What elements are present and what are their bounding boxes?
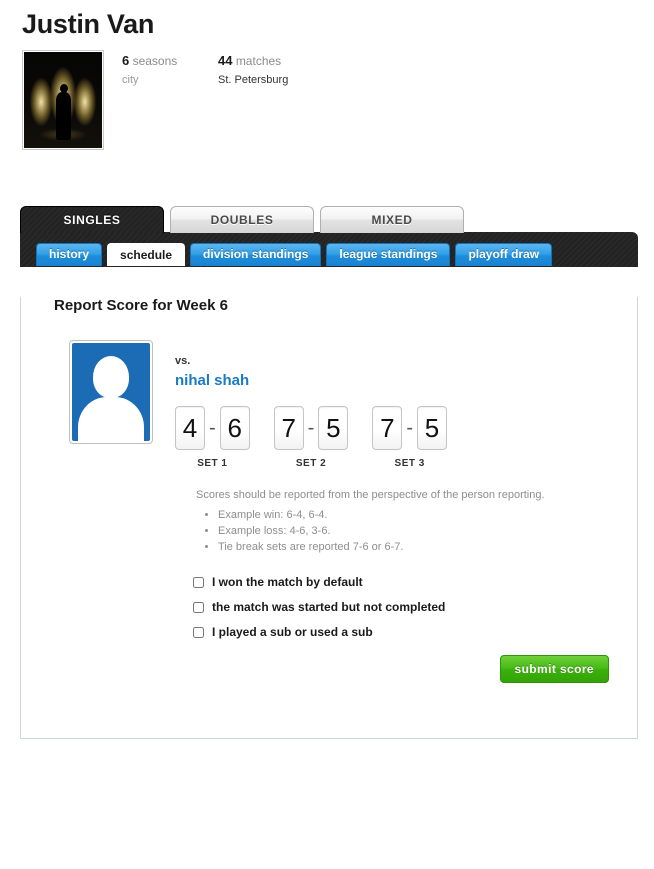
silhouette-figure (56, 83, 71, 141)
set-group-1: - SET 1 (175, 406, 250, 469)
secondary-tab-list: history schedule division standings leag… (36, 240, 638, 266)
tab-playoff-draw[interactable]: playoff draw (455, 243, 553, 266)
tab-league-standings[interactable]: league standings (326, 243, 451, 266)
scoring-help-item: Tie break sets are reported 7-6 or 6-7. (218, 539, 637, 555)
tab-playoff-draw-label: playoff draw (468, 247, 540, 261)
option-started-not-completed-label: the match was started but not completed (212, 600, 446, 614)
fountain-photo-image (24, 52, 102, 148)
report-score-panel: Report Score for Week 6 vs. nihal shah - (20, 297, 638, 739)
set-3-opponent-score-input[interactable] (417, 406, 448, 450)
set-1-boxes: - (175, 406, 250, 450)
stat-matches-unit: matches (235, 54, 282, 68)
set-3-my-score-input[interactable] (372, 406, 403, 450)
option-won-by-default[interactable]: I won the match by default (193, 571, 637, 593)
tab-singles-label: SINGLES (63, 213, 121, 227)
set-1-opponent-score-input[interactable] (219, 406, 250, 450)
set-3-boxes: - (372, 406, 448, 450)
tab-league-standings-label: league standings (339, 247, 438, 261)
report-score-heading: Report Score for Week 6 (54, 297, 228, 314)
set-2-label: SET 2 (295, 458, 327, 469)
secondary-tab-bar: history schedule division standings leag… (20, 232, 638, 267)
set-group-3: - SET 3 (372, 406, 448, 469)
stat-seasons: 6 seasons city (122, 52, 218, 90)
tab-division-standings[interactable]: division standings (190, 243, 322, 266)
profile-stats: 6 seasons city 44 matches St. Petersburg (122, 50, 368, 90)
set-3-dash: - (406, 417, 414, 439)
match-details: vs. nihal shah - SET 1 (175, 340, 471, 469)
set-3-label: SET 3 (394, 458, 425, 469)
stat-matches-top: 44 matches (218, 52, 368, 70)
page-title: Justin Van (22, 9, 155, 39)
stat-seasons-unit: seasons (132, 54, 178, 68)
submit-row: submit score (21, 655, 637, 683)
tab-schedule[interactable]: schedule (107, 243, 186, 266)
scoring-help-lead: Scores should be reported from the persp… (196, 489, 545, 501)
stat-matches: 44 matches St. Petersburg (218, 52, 368, 90)
set-1-label: SET 1 (197, 458, 228, 469)
stat-seasons-top: 6 seasons (122, 52, 218, 70)
vs-label: vs. (175, 355, 191, 367)
option-won-by-default-label: I won the match by default (212, 575, 363, 589)
tab-history-label: history (49, 247, 90, 261)
tab-mixed[interactable]: MIXED (320, 206, 464, 233)
profile-photo (22, 50, 104, 150)
tab-doubles[interactable]: DOUBLES (170, 206, 314, 233)
stat-seasons-detail: city (122, 74, 139, 86)
tab-mixed-label: MIXED (371, 213, 413, 227)
set-2-dash: - (307, 417, 315, 439)
scoring-help-item: Example loss: 4-6, 3-6. (218, 523, 637, 539)
option-started-not-completed[interactable]: the match was started but not completed (193, 596, 637, 618)
set-2-boxes: - (273, 406, 349, 450)
avatar (69, 340, 153, 444)
set-1-dash: - (209, 417, 216, 439)
option-started-not-completed-checkbox[interactable] (193, 601, 204, 613)
match-options: I won the match by default the match was… (193, 571, 637, 643)
scoring-help-list: Example win: 6-4, 6-4. Example loss: 4-6… (196, 507, 637, 555)
option-won-by-default-checkbox[interactable] (193, 576, 204, 588)
set-group-2: - SET 2 (273, 406, 349, 469)
tab-doubles-label: DOUBLES (210, 213, 274, 227)
scoring-help-item: Example win: 6-4, 6-4. (218, 507, 637, 523)
option-played-sub-label: I played a sub or used a sub (212, 625, 373, 639)
tab-history[interactable]: history (36, 243, 103, 266)
option-played-sub[interactable]: I played a sub or used a sub (193, 621, 637, 643)
tab-singles[interactable]: SINGLES (20, 206, 164, 233)
option-played-sub-checkbox[interactable] (193, 626, 204, 638)
tab-schedule-label: schedule (120, 248, 173, 262)
primary-tab-bar: SINGLES DOUBLES MIXED (20, 206, 638, 233)
avatar-body-shape (78, 396, 144, 441)
profile-body: 6 seasons city 44 matches St. Petersburg (22, 50, 632, 150)
submit-score-button[interactable]: submit score (499, 655, 609, 683)
tab-module: SINGLES DOUBLES MIXED history schedule d… (20, 206, 638, 739)
opponent-name-link[interactable]: nihal shah (175, 370, 471, 392)
set-2-my-score-input[interactable] (273, 406, 304, 450)
avatar-placeholder-icon (72, 343, 150, 441)
scoring-help: Scores should be reported from the persp… (196, 487, 637, 555)
stat-matches-value: 44 (218, 53, 233, 68)
stat-matches-detail: St. Petersburg (218, 74, 289, 86)
avatar-head-shape (93, 355, 129, 398)
set-1-my-score-input[interactable] (175, 406, 205, 450)
sets-row: - SET 1 - SET 2 (175, 406, 471, 469)
stat-seasons-value: 6 (122, 53, 130, 68)
set-2-opponent-score-input[interactable] (318, 406, 349, 450)
profile-header: Justin Van 6 seasons city 44 matches St.… (22, 8, 632, 150)
tab-division-standings-label: division standings (203, 247, 309, 261)
match-area: vs. nihal shah - SET 1 (69, 340, 637, 469)
